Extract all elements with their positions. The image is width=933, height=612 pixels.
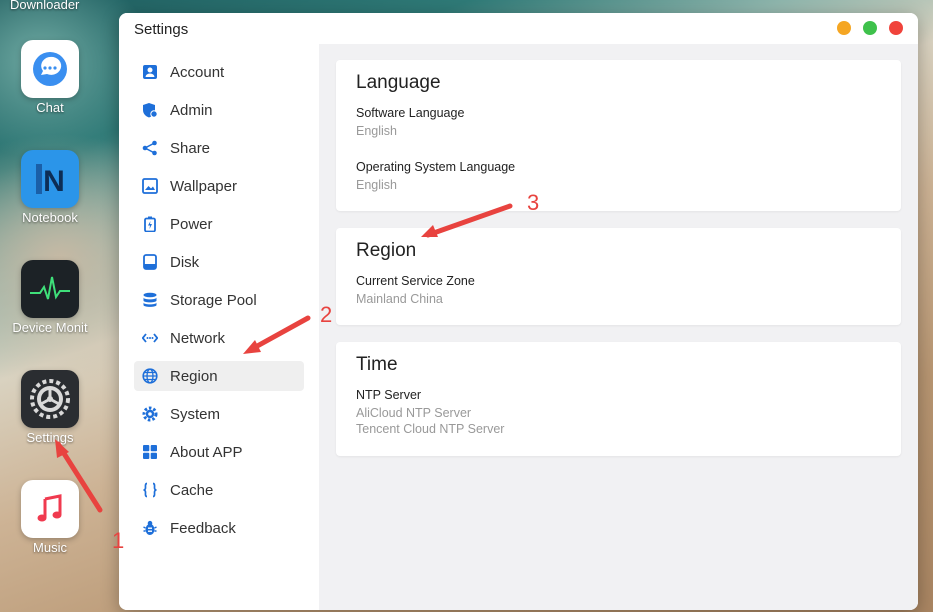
sidebar-item-label: Storage Pool xyxy=(170,291,257,309)
admin-shield-icon xyxy=(142,102,158,118)
software-language-label: Software Language xyxy=(356,106,465,120)
disk-icon xyxy=(142,254,158,270)
downloader-app-label[interactable]: Downloader xyxy=(10,0,79,12)
sidebar-item-feedback[interactable]: Feedback xyxy=(134,513,304,543)
sidebar-item-label: Wallpaper xyxy=(170,177,237,195)
maximize-button[interactable] xyxy=(863,21,877,35)
sidebar-item-share[interactable]: Share xyxy=(134,133,304,163)
sidebar-item-label: Cache xyxy=(170,481,214,499)
sidebar-item-power[interactable]: Power xyxy=(134,209,304,239)
sidebar-item-disk[interactable]: Disk xyxy=(134,247,304,277)
desktop-app-chat[interactable]: Chat xyxy=(0,40,100,115)
minimize-button[interactable] xyxy=(837,21,851,35)
card-title: Time xyxy=(356,354,398,375)
software-language-value[interactable]: English xyxy=(356,124,397,138)
card-title: Region xyxy=(356,240,417,261)
sidebar-item-admin[interactable]: Admin xyxy=(134,95,304,125)
sidebar-item-region[interactable]: Region xyxy=(134,361,304,391)
annotation-number-2: 2 xyxy=(320,302,333,327)
sidebar-item-about-app[interactable]: About APP xyxy=(134,437,304,467)
service-zone-label: Current Service Zone xyxy=(356,274,475,288)
annotation-number-1: 1 xyxy=(112,528,125,553)
ntp-server-item[interactable]: Tencent Cloud NTP Server xyxy=(356,422,504,436)
desktop-app-label: Device Monit xyxy=(12,320,88,335)
share-icon xyxy=(142,140,158,156)
time-card: Time NTP Server AliCloud NTP Server Tenc… xyxy=(336,342,901,456)
gear-icon xyxy=(142,406,158,422)
sidebar-item-label: Share xyxy=(170,139,211,157)
network-icon xyxy=(142,330,158,346)
gear-icon[interactable] xyxy=(21,370,79,428)
desktop-app-settings[interactable]: Settings xyxy=(0,370,100,445)
sidebar-item-label: About APP xyxy=(170,443,243,461)
desktop-app-label: Chat xyxy=(36,100,64,115)
desktop-app-device-monitor[interactable]: Device Monit xyxy=(0,260,100,335)
sidebar-item-cache[interactable]: Cache xyxy=(134,475,304,505)
language-card: Language Software Language English Opera… xyxy=(336,60,901,211)
account-icon xyxy=(142,64,158,80)
desktop-app-notebook[interactable]: N Notebook xyxy=(0,150,100,225)
ntp-server-label: NTP Server xyxy=(356,388,422,402)
braces-icon xyxy=(142,482,158,498)
wallpaper-icon xyxy=(142,178,158,194)
database-icon xyxy=(142,292,158,308)
sidebar-item-label: System xyxy=(170,405,221,423)
svg-text:N: N xyxy=(43,165,65,198)
sidebar-item-wallpaper[interactable]: Wallpaper xyxy=(134,171,304,201)
battery-icon xyxy=(142,216,158,232)
annotation-number-3: 3 xyxy=(527,190,540,215)
close-button[interactable] xyxy=(889,21,903,35)
sidebar-item-network[interactable]: Network xyxy=(134,323,304,353)
os-language-label: Operating System Language xyxy=(356,160,516,174)
card-title: Language xyxy=(356,72,441,93)
desktop-app-label: Settings xyxy=(26,430,74,445)
window-title: Settings xyxy=(134,21,189,38)
sidebar-item-label: Disk xyxy=(170,253,200,271)
sidebar-item-system[interactable]: System xyxy=(134,399,304,429)
os-language-value[interactable]: English xyxy=(356,178,397,192)
settings-content: Language Software Language English Opera… xyxy=(319,44,918,610)
notebook-icon[interactable]: N xyxy=(21,150,79,208)
chat-icon[interactable] xyxy=(21,40,79,98)
ntp-server-item[interactable]: AliCloud NTP Server xyxy=(356,406,471,420)
desktop-app-label: Notebook xyxy=(22,210,78,225)
sidebar-item-label: Power xyxy=(170,215,213,233)
settings-window: Settings Account Admin Share Wallpaper P… xyxy=(119,13,918,610)
sidebar-item-storage-pool[interactable]: Storage Pool xyxy=(134,285,304,315)
sidebar-item-account[interactable]: Account xyxy=(134,57,304,87)
settings-sidebar: Account Admin Share Wallpaper Power Disk… xyxy=(119,44,319,610)
desktop-app-music[interactable]: Music xyxy=(0,480,100,555)
sidebar-item-label: Feedback xyxy=(170,519,236,537)
device-monitor-icon[interactable] xyxy=(21,260,79,318)
grid-icon xyxy=(142,444,158,460)
globe-icon xyxy=(142,368,158,384)
service-zone-value[interactable]: Mainland China xyxy=(356,292,443,306)
sidebar-item-label: Account xyxy=(170,63,225,81)
desktop-app-label: Music xyxy=(33,540,67,555)
bug-icon xyxy=(142,520,158,536)
sidebar-item-label: Region xyxy=(170,367,218,385)
window-titlebar[interactable]: Settings xyxy=(119,13,918,44)
sidebar-item-label: Admin xyxy=(170,101,213,119)
music-note-icon[interactable] xyxy=(21,480,79,538)
region-card: Region Current Service Zone Mainland Chi… xyxy=(336,228,901,325)
sidebar-item-label: Network xyxy=(170,329,226,347)
